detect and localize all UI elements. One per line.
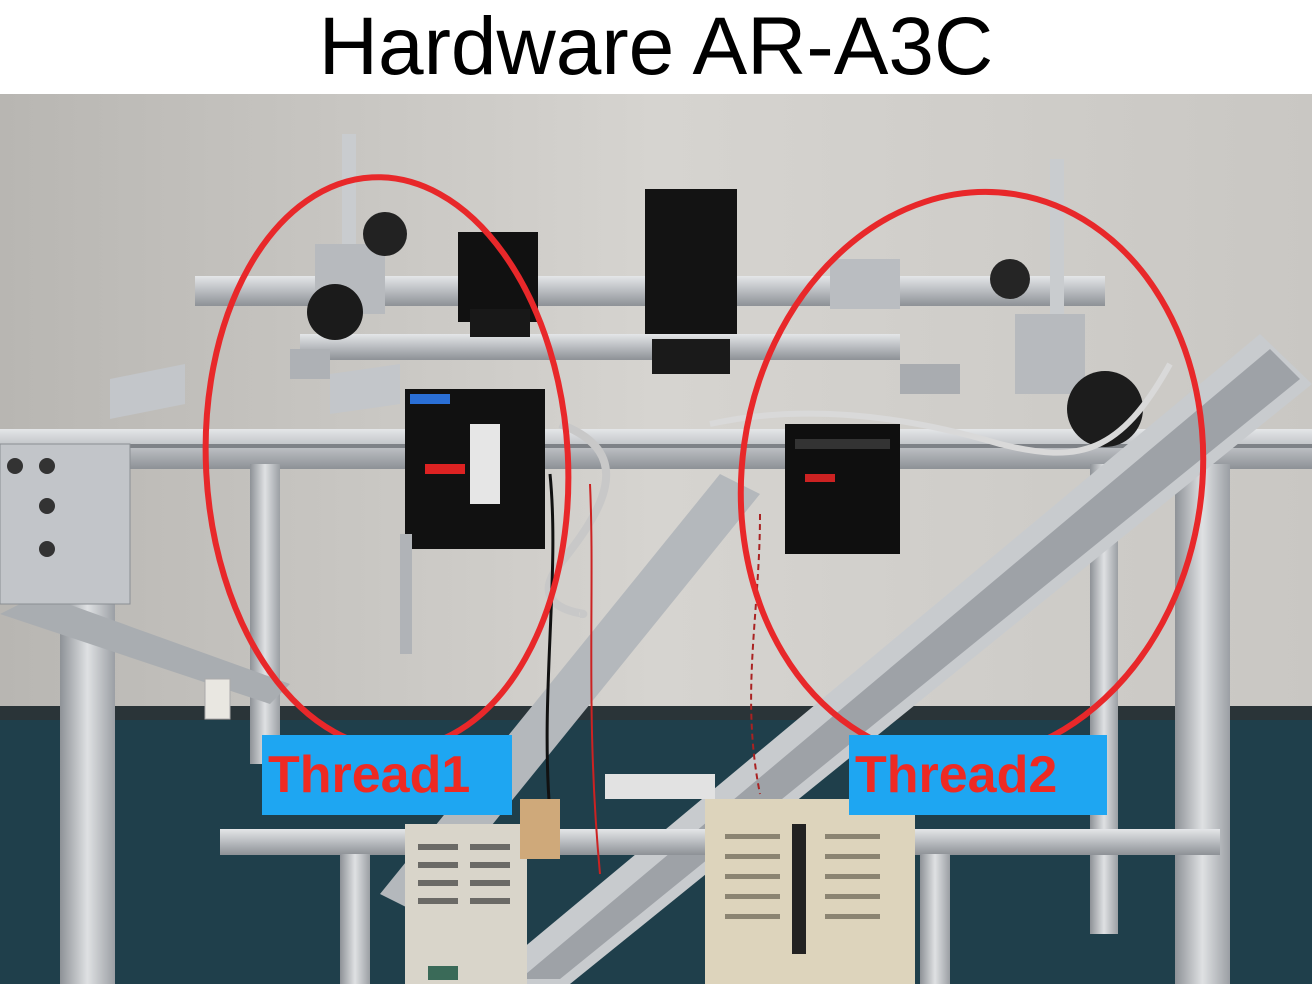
- left-motor: [307, 284, 363, 340]
- power-supply-right: [705, 799, 915, 984]
- leg-front-right: [1175, 464, 1230, 984]
- right-motor: [1067, 371, 1143, 447]
- thread1-label: Thread1: [262, 735, 512, 815]
- wall-outlet: [204, 678, 231, 720]
- right-shaft: [1050, 159, 1064, 324]
- hardware-photo: [0, 94, 1312, 984]
- thread2-label: Thread2: [849, 735, 1107, 815]
- heatsink-center: [645, 189, 737, 334]
- photo-illustration: [0, 94, 1312, 984]
- slide-title: Hardware AR-A3C: [0, 0, 1312, 94]
